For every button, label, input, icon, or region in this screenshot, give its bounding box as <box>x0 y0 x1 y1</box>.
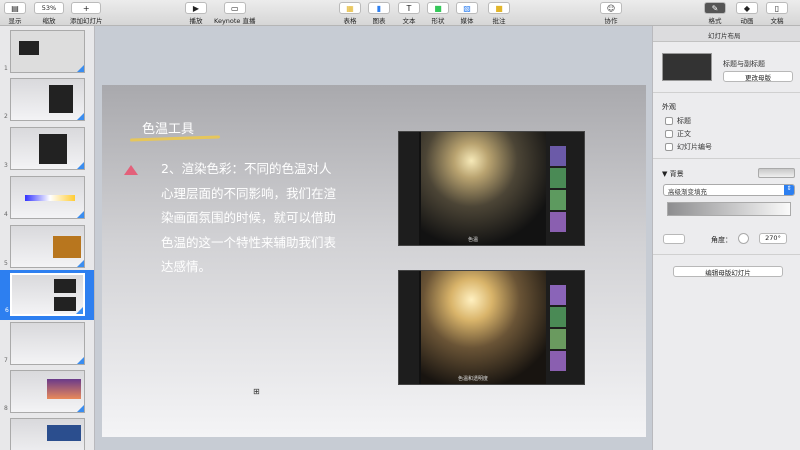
thumb-image <box>53 236 81 258</box>
thumb-image <box>54 279 76 293</box>
fill-type-select[interactable]: 高级渐变填充 ⇕ <box>663 184 795 196</box>
collaborate-icon: ☺ <box>600 2 622 14</box>
slide-thumb[interactable]: 2 <box>4 78 85 121</box>
animate-button[interactable]: ◆ 动画 <box>736 2 758 25</box>
gradient-direction-toggle[interactable] <box>663 234 685 244</box>
body-checkbox[interactable]: 正文 <box>665 129 691 139</box>
format-button[interactable]: ✎ 格式 <box>704 2 726 25</box>
slide-number-checkbox[interactable]: 幻灯片编号 <box>665 142 712 152</box>
change-master-button[interactable]: 更改母版 <box>723 71 793 82</box>
paintbrush-icon: ✎ <box>704 2 726 14</box>
plus-icon: + <box>71 2 102 14</box>
thumb-corner <box>77 211 84 218</box>
slide-thumb[interactable]: 4 <box>4 176 85 219</box>
thumb-image <box>49 85 73 113</box>
shape-icon: ■ <box>427 2 449 14</box>
angle-input[interactable]: 270° <box>759 233 787 244</box>
forest-image <box>421 271 547 384</box>
slide-title[interactable]: 色温工具 <box>142 118 194 137</box>
chart-button[interactable]: ▮ 图表 <box>368 2 390 25</box>
angle-knob[interactable] <box>738 233 749 244</box>
display-button[interactable]: ▤ 显示 <box>4 2 26 25</box>
thumb-image <box>47 425 81 441</box>
color-well[interactable] <box>758 168 795 178</box>
thumb-corner <box>77 260 84 267</box>
slide-thumb[interactable]: 5 <box>4 225 85 268</box>
slide-thumb[interactable]: 3 <box>4 127 85 170</box>
play-icon: ▶ <box>185 2 207 14</box>
thumb-corner <box>77 65 84 72</box>
document-button[interactable]: ▯ 文稿 <box>766 2 788 25</box>
thumb-image <box>47 379 81 399</box>
keynote-live-button[interactable]: ▭ Keynote 直播 <box>214 2 256 25</box>
thumb-image <box>54 297 76 311</box>
chevron-down-icon: ⇕ <box>784 185 794 195</box>
disclosure-triangle-icon: ▼ <box>662 170 670 178</box>
text-icon: T <box>398 2 420 14</box>
table-button[interactable]: ▦ 表格 <box>339 2 361 25</box>
filter-panel <box>546 132 584 245</box>
layout-name: 标题与副标题 <box>723 60 765 68</box>
chart-icon: ▮ <box>368 2 390 14</box>
screenshot-caption: 色温和透明度 <box>457 376 488 382</box>
layout-thumbnail[interactable] <box>662 53 712 81</box>
thumb-corner <box>77 113 84 120</box>
edit-master-button[interactable]: 编辑母版幻灯片 <box>673 266 783 277</box>
media-button[interactable]: ▧ 媒体 <box>456 2 478 25</box>
media-icon: ▧ <box>456 2 478 14</box>
add-slide-button[interactable]: + 添加幻灯片 <box>70 2 103 25</box>
slide-thumb-selected[interactable]: 6 <box>5 273 85 316</box>
color-temp-screenshot[interactable]: 色温 <box>398 131 585 246</box>
shape-button[interactable]: ■ 形状 <box>427 2 449 25</box>
document-icon: ▯ <box>766 2 788 14</box>
play-button[interactable]: ▶ 播放 <box>185 2 207 25</box>
slide-navigator: 1 2 3 4 5 6 7 8 9 <box>0 26 95 450</box>
gradient-slider[interactable] <box>667 202 791 216</box>
collaborate-button[interactable]: ☺ 协作 <box>600 2 622 25</box>
live-icon: ▭ <box>223 2 246 14</box>
forest-image <box>421 132 547 245</box>
zoom-value[interactable]: 53% <box>34 2 64 14</box>
title-checkbox[interactable]: 标题 <box>665 116 691 126</box>
thumb-corner <box>76 307 83 314</box>
appearance-heading: 外观 <box>662 103 676 111</box>
slide-body-text[interactable]: 2、渲染色彩：不同的色温对人 心理层面的不同影响，我们在渲 染画面氛围的时候，就… <box>161 157 361 280</box>
sidebar-icon: ▤ <box>4 2 26 14</box>
background-heading[interactable]: ▼ 背景 <box>662 169 684 179</box>
zoom-control[interactable]: 53% 缩放 <box>34 2 64 25</box>
slide[interactable]: 色温工具 2、渲染色彩：不同的色温对人 心理层面的不同影响，我们在渲 染画面氛围… <box>102 85 646 437</box>
slide-thumb[interactable]: 1 <box>4 30 85 73</box>
thumb-image <box>25 195 75 201</box>
triangle-bullet-icon <box>124 165 138 175</box>
text-button[interactable]: T 文本 <box>398 2 420 25</box>
tool-strip <box>399 132 419 245</box>
toolbar: ▤ 显示 53% 缩放 + 添加幻灯片 ▶ 播放 ▭ Keynote 直播 ▦ 表格 ▮ 图表… <box>0 0 800 26</box>
color-temp-opacity-screenshot[interactable]: 色温和透明度 <box>398 270 585 385</box>
thumb-corner <box>77 405 84 412</box>
animate-icon: ◆ <box>736 2 758 14</box>
inspector-header: 幻灯片布局 <box>653 26 800 42</box>
filter-panel <box>546 271 584 384</box>
add-object-icon[interactable]: ⊞ <box>253 387 260 396</box>
comment-icon: ■ <box>488 2 510 14</box>
slide-canvas: 色温工具 2、渲染色彩：不同的色温对人 心理层面的不同影响，我们在渲 染画面氛围… <box>95 26 652 450</box>
slide-thumb[interactable]: 7 <box>4 322 85 365</box>
angle-label: 角度： <box>711 236 732 244</box>
comment-button[interactable]: ■ 批注 <box>488 2 510 25</box>
thumb-image <box>19 41 39 55</box>
slide-thumb[interactable]: 8 <box>4 370 85 413</box>
thumb-corner <box>77 162 84 169</box>
tool-strip <box>399 271 419 384</box>
table-icon: ▦ <box>339 2 361 14</box>
slide-thumb[interactable]: 9 <box>10 418 85 450</box>
thumb-image <box>39 134 67 164</box>
inspector-panel: 幻灯片布局 标题与副标题 更改母版 外观 标题 正文 幻灯片编号 ▼ 背景 高级… <box>652 26 800 450</box>
thumb-corner <box>77 357 84 364</box>
screenshot-caption: 色温 <box>467 237 478 243</box>
